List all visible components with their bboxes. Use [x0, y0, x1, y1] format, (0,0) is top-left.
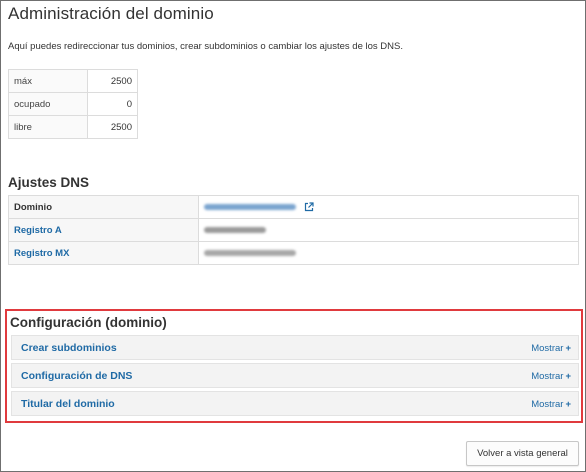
dns-row-value	[198, 195, 579, 219]
dns-row-label[interactable]: Registro MX	[8, 241, 199, 265]
config-item-label[interactable]: Configuración de DNS	[21, 370, 132, 382]
show-toggle-label[interactable]: Mostrar	[531, 343, 563, 354]
config-item-label[interactable]: Crear subdominios	[21, 342, 117, 354]
config-section-title: Configuración (dominio)	[10, 315, 167, 330]
redacted-mx	[204, 249, 296, 256]
plus-icon[interactable]: +	[565, 371, 571, 382]
show-toggle[interactable]: Mostrar +	[531, 343, 571, 354]
config-item-titular-dominio[interactable]: Titular del dominio Mostrar +	[11, 391, 579, 416]
dns-row-label[interactable]: Registro A	[8, 218, 199, 242]
dns-row-value	[198, 241, 579, 265]
back-to-overview-button[interactable]: Volver a vista general	[466, 441, 579, 466]
redacted-ip	[204, 226, 266, 233]
page-title: Administración del dominio	[8, 4, 214, 23]
table-row: Registro A	[8, 218, 579, 242]
page-intro: Aquí puedes redireccionar tus dominios, …	[8, 41, 403, 52]
dns-section-title: Ajustes DNS	[8, 175, 90, 190]
quota-table: máx 2500 ocupado 0 libre 2500	[8, 69, 138, 139]
registro-mx-link[interactable]: Registro MX	[14, 248, 69, 259]
plus-icon[interactable]: +	[565, 343, 571, 354]
external-link-icon[interactable]	[304, 202, 314, 212]
quota-value: 0	[87, 92, 138, 116]
show-toggle-label[interactable]: Mostrar	[531, 399, 563, 410]
table-row: libre 2500	[8, 115, 138, 139]
table-row: máx 2500	[8, 69, 138, 93]
show-toggle[interactable]: Mostrar +	[531, 399, 571, 410]
quota-label: ocupado	[8, 92, 88, 116]
window-frame: Administración del dominio Aquí puedes r…	[0, 0, 586, 472]
dns-table: Dominio Registro A Registro MX	[8, 195, 579, 265]
table-row: Dominio	[8, 195, 579, 219]
plus-icon[interactable]: +	[565, 399, 571, 410]
config-section: Configuración (dominio) Crear subdominio…	[5, 309, 583, 423]
config-item-configuracion-dns[interactable]: Configuración de DNS Mostrar +	[11, 363, 579, 388]
show-toggle-label[interactable]: Mostrar	[531, 371, 563, 382]
quota-label: libre	[8, 115, 88, 139]
table-row: Registro MX	[8, 241, 579, 265]
config-item-label[interactable]: Titular del dominio	[21, 398, 115, 410]
table-row: ocupado 0	[8, 92, 138, 116]
dns-row-label: Dominio	[8, 195, 199, 219]
redacted-domain-link[interactable]	[204, 203, 296, 210]
quota-label: máx	[8, 69, 88, 93]
quota-value: 2500	[87, 69, 138, 93]
show-toggle[interactable]: Mostrar +	[531, 371, 571, 382]
registro-a-link[interactable]: Registro A	[14, 225, 62, 236]
quota-value: 2500	[87, 115, 138, 139]
dns-row-value	[198, 218, 579, 242]
config-item-crear-subdominios[interactable]: Crear subdominios Mostrar +	[11, 335, 579, 360]
